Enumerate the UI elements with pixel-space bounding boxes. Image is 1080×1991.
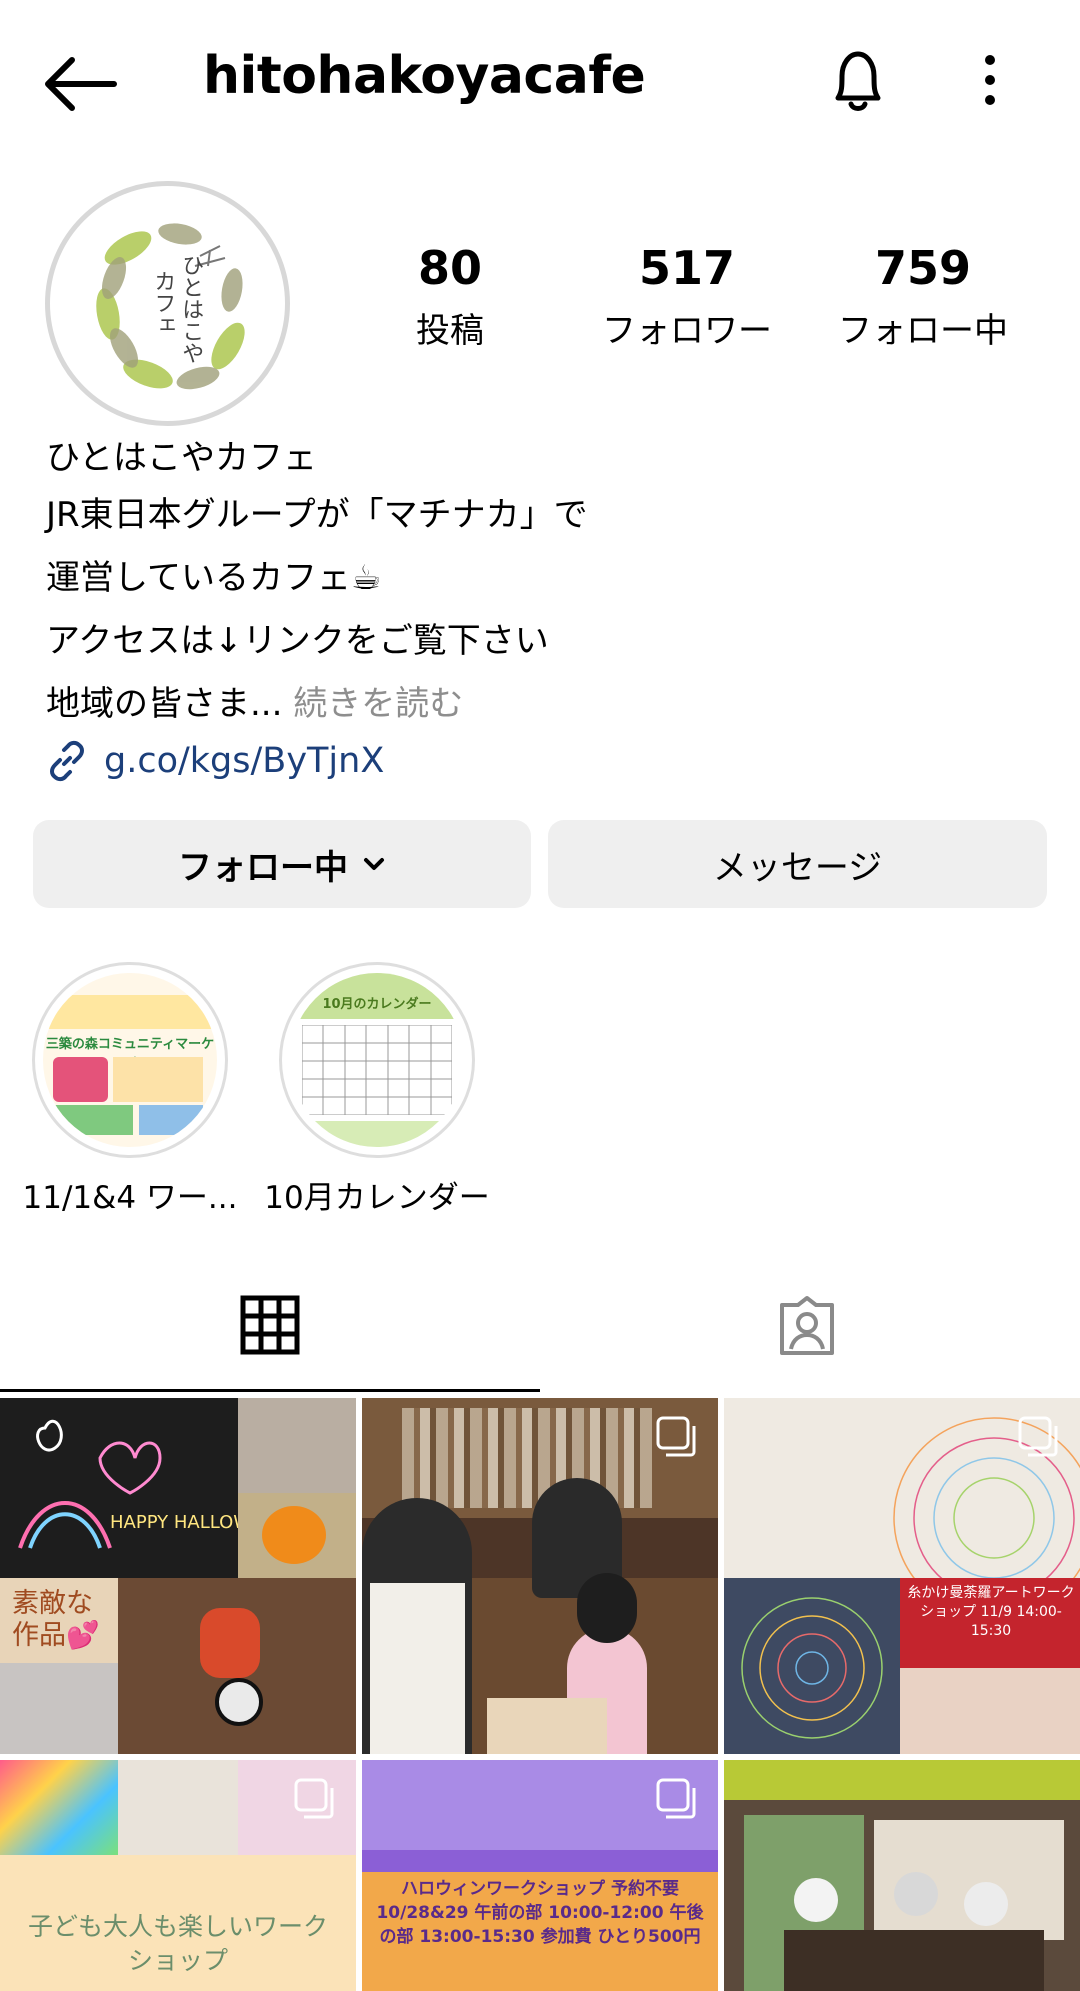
grid-icon — [240, 1295, 300, 1355]
post-overlay-text: 素敵な作品💕 — [12, 1588, 100, 1652]
svg-text:HAPPY HALLOW: HAPPY HALLOW — [110, 1512, 238, 1533]
active-tab-indicator — [0, 1389, 540, 1392]
post-overlay-text: 子ども大人も楽しいワークショップ — [27, 1912, 328, 1975]
avatar-text-2: カフェ — [150, 270, 176, 336]
post-thumbnail[interactable] — [724, 1760, 1080, 1991]
bio-line-4: 地域の皆さま... 続きを読む — [46, 684, 463, 725]
bio-link-text: g.co/kgs/ByTjnX — [104, 741, 385, 781]
post-thumbnail[interactable] — [362, 1398, 718, 1754]
stat-followers-count: 517 — [638, 241, 736, 295]
profile-username: hitohakoyacafe — [203, 46, 646, 106]
tab-tagged[interactable] — [776, 1295, 838, 1357]
highlight-label: 11/1&4 ワー... — [22, 1180, 238, 1216]
chalk-drawing-graphic: HAPPY HALLOW — [18, 1419, 238, 1549]
highlight-cover: 10月のカレンダー — [290, 973, 464, 1147]
stat-posts-count: 80 — [417, 241, 482, 295]
profile-avatar[interactable]: ひとはこや カフェ — [45, 181, 290, 426]
post-thumbnail[interactable]: 糸かけ曼荼羅アートワークショップ 11/9 14:00-15:30 — [724, 1398, 1080, 1754]
notifications-button[interactable] — [818, 40, 898, 120]
bio-name: ひとはこやカフェ — [46, 438, 317, 478]
post-thumbnail[interactable]: 子ども大人も楽しいワークショップ — [0, 1760, 356, 1991]
read-more-link[interactable]: 続きを読む — [282, 684, 463, 724]
message-button[interactable]: メッセージ — [548, 820, 1047, 908]
mandala-graphic — [741, 1597, 883, 1739]
tab-posts-grid[interactable] — [240, 1295, 300, 1355]
post-overlay-text: ハロウィンワークショップ 予約不要 10/28&29 午前の部 10:00-12… — [376, 1879, 704, 1947]
bio-line-2: 運営しているカフェ☕ — [46, 558, 382, 598]
carousel-icon — [1018, 1416, 1058, 1457]
carousel-icon — [656, 1416, 696, 1457]
bell-icon — [835, 51, 881, 111]
back-button[interactable] — [40, 52, 120, 116]
stat-following-label: フォロー中 — [838, 311, 1008, 351]
calendar-grid-graphic — [302, 1025, 452, 1115]
post-thumbnail[interactable]: ハロウィンワークショップ 予約不要 10/28&29 午前の部 10:00-12… — [362, 1760, 718, 1991]
message-button-label: メッセージ — [712, 847, 883, 888]
more-options-button[interactable] — [965, 52, 1015, 108]
chevron-down-icon — [364, 858, 384, 870]
tagged-person-icon — [780, 1296, 834, 1355]
bio-line-1: JR東日本グループが「マチナカ」で — [46, 495, 588, 535]
more-vertical-icon — [985, 55, 995, 105]
following-button[interactable]: フォロー中 — [33, 820, 531, 908]
stat-posts[interactable]: 80 投稿 — [340, 245, 560, 352]
post-thumbnail[interactable]: HAPPY HALLOW 素敵な作品💕 — [0, 1398, 356, 1754]
carousel-icon — [294, 1778, 334, 1819]
arrow-left-icon — [45, 57, 117, 111]
highlight-label: 10月カレンダー — [264, 1180, 490, 1216]
highlight-cover-ring: 三築の森コミュニティマーケット — [32, 962, 228, 1158]
highlight-cover-title: 10月のカレンダー — [322, 997, 432, 1012]
bio-line-3: アクセスは↓リンクをご覧下さい — [46, 621, 549, 661]
stat-followers[interactable]: 517 フォロワー — [577, 245, 797, 352]
carousel-icon — [656, 1778, 696, 1819]
following-button-label: フォロー中 — [178, 847, 348, 888]
link-icon — [50, 740, 84, 782]
stat-posts-label: 投稿 — [416, 311, 484, 351]
bio-link[interactable]: g.co/kgs/ByTjnX — [46, 740, 384, 782]
highlight-cover: 三築の森コミュニティマーケット — [43, 973, 217, 1147]
post-overlay-text: 糸かけ曼荼羅アートワークショップ 11/9 14:00-15:30 — [907, 1585, 1075, 1639]
highlight-item[interactable]: 三築の森コミュニティマーケット — [32, 962, 228, 1158]
bio-line-4-text: 地域の皆さま... — [46, 684, 283, 724]
avatar-text-1: ひとはこや — [178, 254, 204, 364]
highlight-cover-ring: 10月のカレンダー — [279, 962, 475, 1158]
stat-following[interactable]: 759 フォロー中 — [813, 245, 1033, 352]
stat-following-count: 759 — [874, 241, 972, 295]
highlight-item[interactable]: 10月のカレンダー — [279, 962, 475, 1158]
stat-followers-label: フォロワー — [602, 311, 772, 351]
